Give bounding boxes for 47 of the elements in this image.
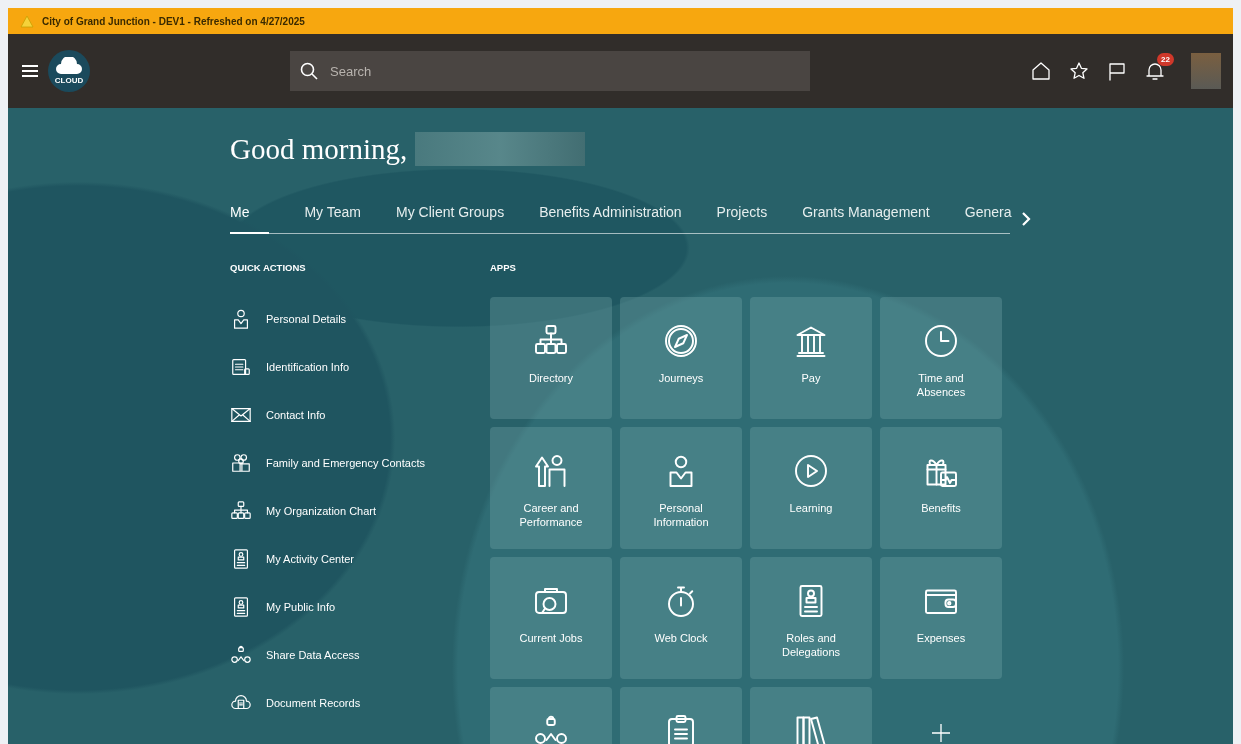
quick-action-link[interactable]: My Activity Center xyxy=(230,547,490,571)
app-tile[interactable]: Current Jobs xyxy=(490,557,612,679)
app-tile[interactable]: Benefits xyxy=(880,427,1002,549)
app-tile[interactable]: Expenses xyxy=(880,557,1002,679)
tab[interactable]: Me xyxy=(230,204,270,234)
greeting: Good morning, xyxy=(230,132,408,166)
id-card-icon xyxy=(230,356,252,378)
app-tile[interactable]: Time and Absences xyxy=(880,297,1002,419)
quick-action-link[interactable]: My Public Info xyxy=(230,595,490,619)
warning-icon xyxy=(20,14,34,28)
app-tile[interactable]: Career and Performance xyxy=(490,427,612,549)
environment-banner-text: City of Grand Junction - DEV1 - Refreshed on 4/27/2025 xyxy=(42,15,305,27)
logo[interactable]: CLOUD xyxy=(48,50,90,92)
tab[interactable]: Genera xyxy=(964,204,1012,234)
org-chart-icon xyxy=(230,500,252,522)
quick-action-link[interactable]: Personal Details xyxy=(230,307,490,331)
app-tile[interactable]: Roles and Delegations xyxy=(750,557,872,679)
section-title: QUICK ACTIONS xyxy=(230,262,307,273)
tab[interactable]: Projects xyxy=(716,204,768,234)
quick-action-link[interactable]: Document Records xyxy=(230,691,490,715)
notification-count: 22 xyxy=(1157,53,1174,66)
quick-action-link[interactable]: Identification Info xyxy=(230,355,490,379)
section-title: APPS xyxy=(490,262,517,273)
quick-action-link[interactable]: Contact Info xyxy=(230,403,490,427)
compass-icon xyxy=(663,323,699,359)
share-icon xyxy=(533,713,569,744)
app-tile[interactable]: Pay xyxy=(750,297,872,419)
quick-action-link[interactable]: Share Data Access xyxy=(230,643,490,667)
app-tile[interactable]: Web Clock xyxy=(620,557,742,679)
people-icon xyxy=(230,452,252,474)
tab[interactable]: My Client Groups xyxy=(396,204,505,234)
plus-icon xyxy=(931,723,951,743)
app-tile[interactable]: Learning xyxy=(750,427,872,549)
search-field[interactable]: Search xyxy=(290,51,810,91)
search-icon xyxy=(300,62,318,80)
menu-button[interactable] xyxy=(20,62,40,80)
tab[interactable]: Benefits Administration xyxy=(539,204,682,234)
quick-action-link[interactable]: Family and Emergency Contacts xyxy=(230,451,490,475)
play-icon xyxy=(793,453,829,489)
tab[interactable]: Grants Management xyxy=(802,204,930,234)
clock-icon xyxy=(923,323,959,359)
app-tile[interactable]: Directory xyxy=(490,297,612,419)
tab[interactable]: My Team xyxy=(304,204,361,234)
share-icon xyxy=(230,644,252,666)
quick-action-link[interactable]: My Organization Chart xyxy=(230,499,490,523)
app-tile[interactable]: Personal Information xyxy=(620,427,742,549)
app-tile[interactable]: Journeys xyxy=(620,297,742,419)
